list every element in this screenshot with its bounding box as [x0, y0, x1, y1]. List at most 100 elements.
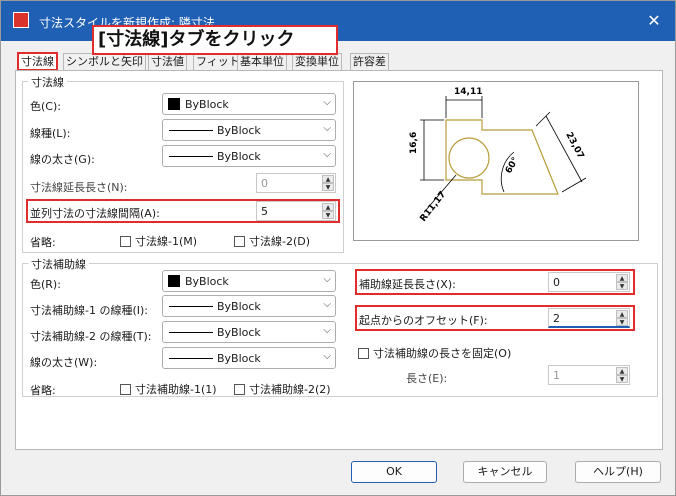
suppress-extline1-label: 寸法補助線-1(1) — [135, 383, 217, 396]
preview-dimensions — [420, 96, 587, 211]
suppress-dimline1-label: 寸法線-1(M) — [135, 235, 198, 248]
fixed-length-checkbox[interactable]: 寸法補助線の長さを固定(O) — [358, 345, 511, 361]
chevron-down-icon: ⌵ — [323, 149, 331, 160]
spin-down-icon[interactable]: ▼ — [616, 282, 628, 290]
chevron-down-icon: ⌵ — [323, 299, 331, 310]
dim-aligned-text: 23,07 — [563, 131, 585, 161]
tab-fit[interactable]: フィット — [193, 53, 243, 70]
tab-dimension-line[interactable]: 寸法線 — [17, 52, 58, 71]
chevron-down-icon: ⌵ — [323, 351, 331, 362]
extline2-linetype-value: ByBlock — [217, 326, 261, 339]
ok-button[interactable]: OK — [351, 461, 437, 483]
dim-angle-text: 60° — [504, 156, 521, 176]
help-button[interactable]: ヘルプ(H) — [575, 461, 661, 483]
extend-beyond-label: 補助線延長長さ(X): — [359, 278, 456, 291]
spin-down-icon[interactable]: ▼ — [322, 211, 334, 219]
extline-color-label: 色(R): — [30, 278, 61, 291]
spin-down-icon[interactable]: ▼ — [616, 375, 628, 383]
extline2-linetype-select[interactable]: ByBlock ⌵ — [162, 321, 336, 343]
line-sample — [169, 130, 213, 131]
chevron-down-icon: ⌵ — [323, 274, 331, 285]
spin-down-icon[interactable]: ▼ — [322, 183, 334, 191]
baseline-spacing-value: 5 — [261, 205, 268, 218]
color-swatch — [168, 98, 180, 110]
baseline-spacing-spinner[interactable]: 5 ▲ ▼ — [256, 201, 336, 221]
dimline-linetype-label: 線種(L): — [30, 127, 71, 140]
dimline-extend-spinner[interactable]: 0 ▲ ▼ — [256, 173, 336, 193]
tab-primary-units[interactable]: 基本単位 — [237, 53, 287, 70]
checkbox-icon — [234, 236, 245, 247]
chevron-down-icon: ⌵ — [323, 123, 331, 134]
length-value: 1 — [553, 369, 560, 382]
preview-drawing: 14,11 16,6 23,07 60° R11,17 — [409, 87, 587, 224]
tab-tolerances[interactable]: 許容差 — [350, 53, 389, 70]
length-label: 長さ(E): — [406, 372, 448, 385]
preview-shape — [445, 119, 559, 195]
spin-up-icon[interactable]: ▲ — [616, 310, 628, 318]
spin-down-icon[interactable]: ▼ — [616, 318, 628, 326]
checkbox-icon — [120, 236, 131, 247]
dimline-lineweight-select[interactable]: ByBlock ⌵ — [162, 145, 336, 167]
suppress-extline2-label: 寸法補助線-2(2) — [249, 383, 331, 396]
origin-offset-value: 2 — [553, 312, 560, 325]
extline-lineweight-value: ByBlock — [217, 352, 261, 365]
extline1-linetype-value: ByBlock — [217, 300, 261, 313]
dimline-color-select[interactable]: ByBlock ⌵ — [162, 93, 336, 115]
instruction-callout: [寸法線]タブをクリック — [92, 25, 338, 55]
dialog-window: 寸法スタイルを新規作成: 隣寸法 ✕ 寸法線 シンボルと矢印 寸法値 フィット … — [0, 0, 676, 496]
dimline-lineweight-label: 線の太さ(G): — [30, 153, 95, 166]
spin-up-icon[interactable]: ▲ — [616, 367, 628, 375]
dim-radius-text: R11,17 — [418, 190, 448, 224]
dimline-color-value: ByBlock — [185, 98, 229, 111]
spin-up-icon[interactable]: ▲ — [322, 203, 334, 211]
extend-beyond-spinner[interactable]: 0 ▲ ▼ — [548, 272, 630, 292]
extline-lineweight-select[interactable]: ByBlock ⌵ — [162, 347, 336, 369]
dimline-extend-value: 0 — [261, 177, 268, 190]
chevron-down-icon: ⌵ — [323, 97, 331, 108]
cancel-button[interactable]: キャンセル — [463, 461, 547, 483]
line-sample — [169, 306, 213, 307]
fixed-length-label: 寸法補助線の長さを固定(O) — [373, 347, 512, 360]
suppress-dimline2-checkbox[interactable]: 寸法線-2(D) — [234, 233, 310, 249]
origin-offset-label: 起点からのオフセット(F): — [359, 314, 488, 327]
dimline-lineweight-value: ByBlock — [217, 150, 261, 163]
spin-up-icon[interactable]: ▲ — [616, 274, 628, 282]
extline-color-value: ByBlock — [185, 275, 229, 288]
extend-beyond-value: 0 — [553, 276, 560, 289]
extline1-linetype-select[interactable]: ByBlock ⌵ — [162, 295, 336, 317]
suppress-dimline2-label: 寸法線-2(D) — [249, 235, 311, 248]
checkbox-icon — [358, 348, 369, 359]
checkbox-icon — [234, 384, 245, 395]
extline-color-select[interactable]: ByBlock ⌵ — [162, 270, 336, 292]
dimension-preview: 14,11 16,6 23,07 60° R11,17 — [353, 81, 639, 241]
length-spinner[interactable]: 1 ▲ ▼ — [548, 365, 630, 385]
line-sample — [169, 332, 213, 333]
color-swatch — [168, 275, 180, 287]
line-sample — [169, 156, 213, 157]
dimline-suppress-label: 省略: — [30, 236, 56, 249]
baseline-spacing-label: 並列寸法の寸法線間隔(A): — [30, 207, 160, 220]
dimline-linetype-value: ByBlock — [217, 124, 261, 137]
close-button[interactable]: ✕ — [643, 10, 665, 32]
tab-symbols-arrows[interactable]: シンボルと矢印 — [63, 53, 146, 70]
suppress-extline1-checkbox[interactable]: 寸法補助線-1(1) — [120, 381, 217, 397]
line-sample — [169, 358, 213, 359]
origin-offset-spinner[interactable]: 2 ▲ ▼ — [548, 308, 630, 328]
suppress-dimline1-checkbox[interactable]: 寸法線-1(M) — [120, 233, 197, 249]
dimension-line-group-title: 寸法線 — [28, 74, 67, 90]
chevron-down-icon: ⌵ — [323, 325, 331, 336]
dimline-extend-label: 寸法線延長長さ(N): — [30, 181, 128, 194]
app-icon — [13, 12, 29, 28]
dim-height-text: 16,6 — [409, 132, 419, 154]
tab-alternate-units[interactable]: 変換単位 — [292, 53, 342, 70]
extline1-linetype-label: 寸法補助線-1 の線種(I): — [30, 304, 148, 317]
dimline-linetype-select[interactable]: ByBlock ⌵ — [162, 119, 336, 141]
extline-lineweight-label: 線の太さ(W): — [30, 356, 98, 369]
dimline-color-label: 色(C): — [30, 100, 61, 113]
spin-up-icon[interactable]: ▲ — [322, 175, 334, 183]
checkbox-icon — [120, 384, 131, 395]
suppress-extline2-checkbox[interactable]: 寸法補助線-2(2) — [234, 381, 331, 397]
tab-text[interactable]: 寸法値 — [148, 53, 187, 70]
dim-width-text: 14,11 — [454, 87, 482, 97]
extline2-linetype-label: 寸法補助線-2 の線種(T): — [30, 330, 152, 343]
